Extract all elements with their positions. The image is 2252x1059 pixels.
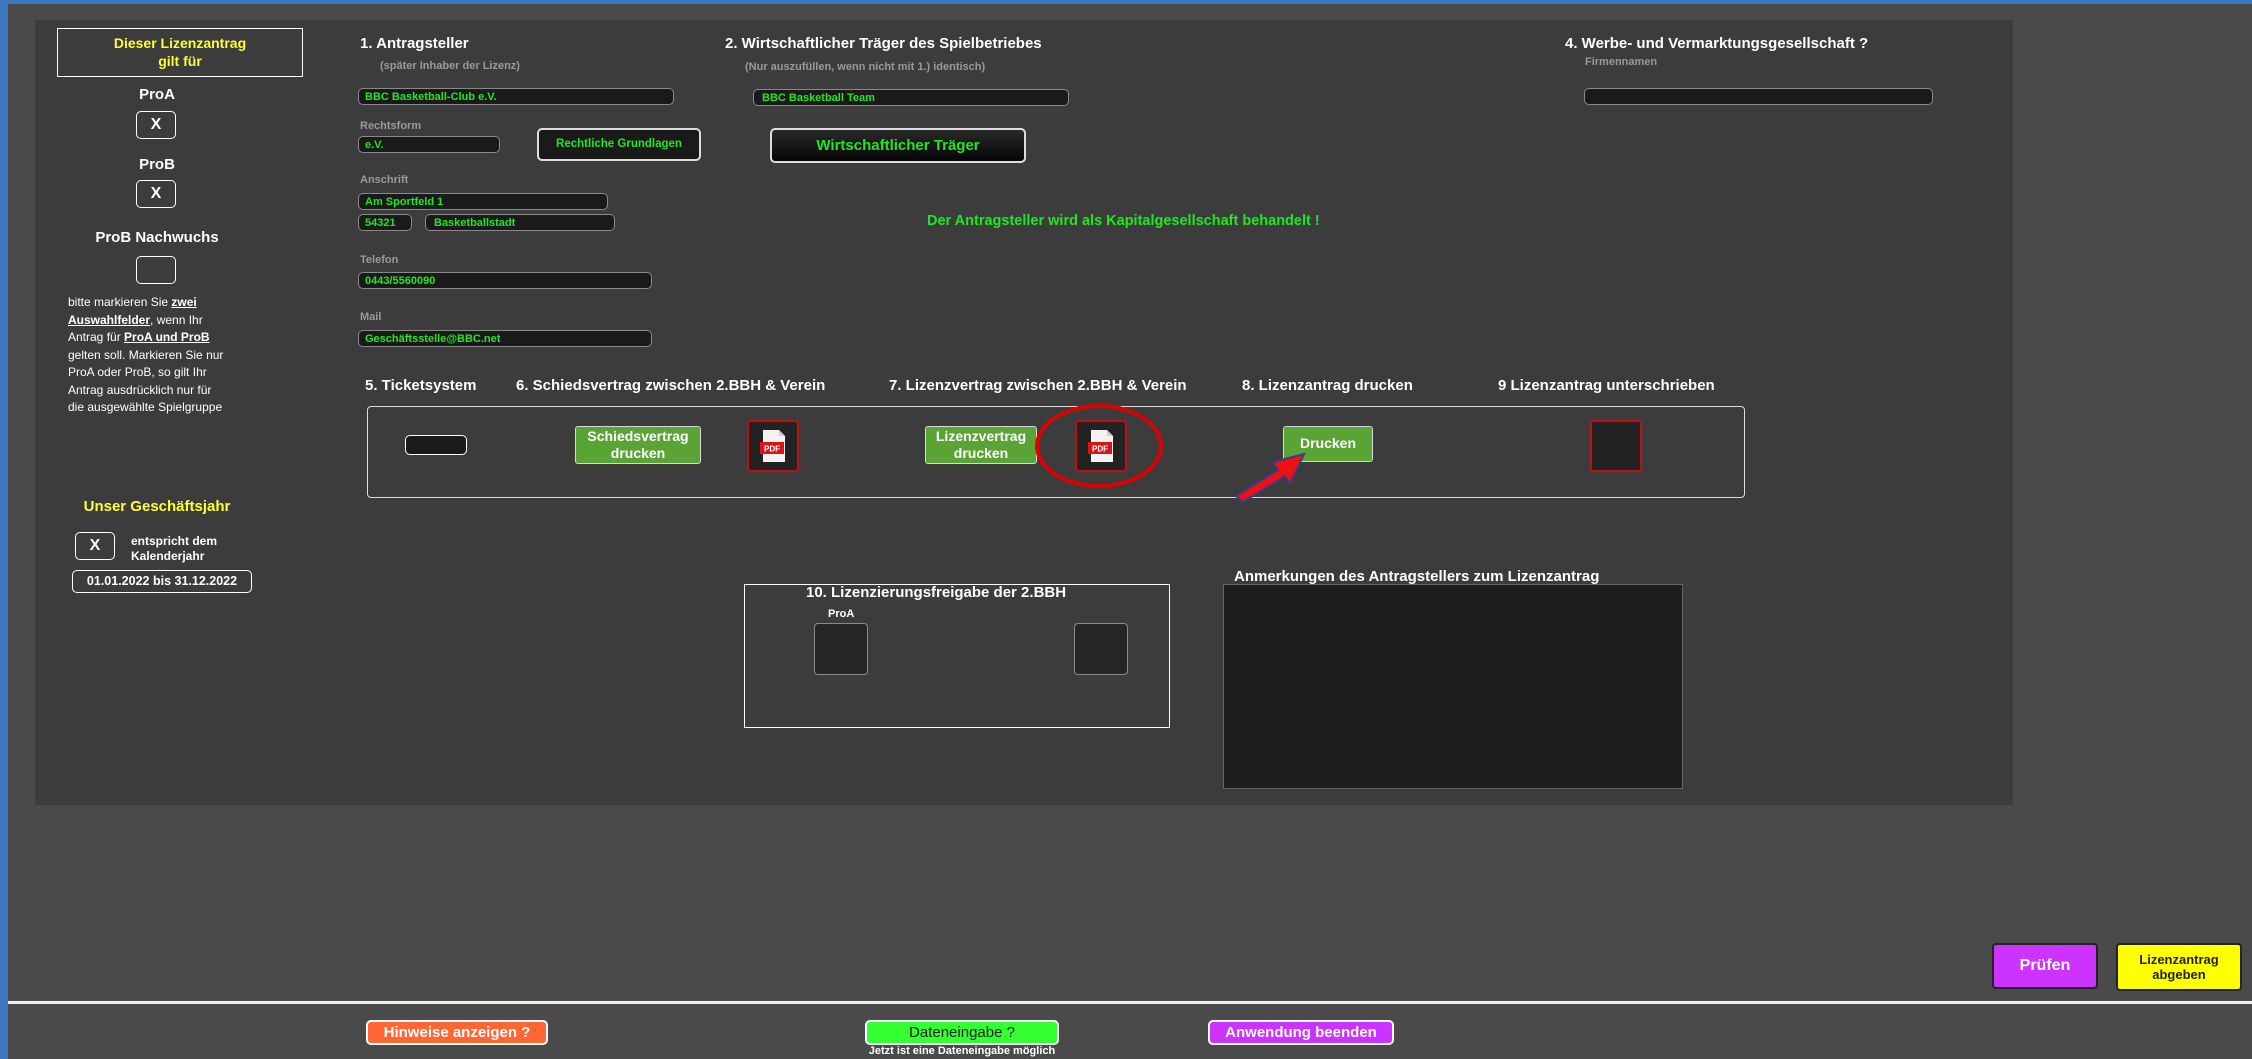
- fiscal-year-checkbox[interactable]: X: [75, 532, 115, 560]
- hint-l1b: zwei: [171, 295, 197, 309]
- signed-checkbox[interactable]: [1590, 420, 1642, 472]
- hint-l2b: , wenn Ihr: [150, 312, 203, 327]
- hint-l1a: bitte markieren Sie: [68, 295, 172, 309]
- remarks-title: Anmerkungen des Antragstellers zum Lizen…: [1234, 568, 1600, 585]
- prob-nachwuchs-checkbox[interactable]: [136, 256, 176, 284]
- show-hints-button[interactable]: Hinweise anzeigen ?: [366, 1020, 548, 1045]
- license-release-proa-label: ProA: [828, 608, 855, 620]
- fiscal-year-note: entspricht dem Kalenderjahr: [131, 534, 217, 564]
- submit-application-button[interactable]: Lizenzantrag abgeben: [2116, 943, 2242, 991]
- rechtsform-field[interactable]: e.V.: [358, 136, 500, 153]
- footer-divider: [8, 1001, 2252, 1004]
- fiscal-year-period: 01.01.2022 bis 31.12.2022: [72, 570, 252, 593]
- city-field[interactable]: Basketballstadt: [425, 214, 615, 231]
- license-scope-box: Dieser Lizenzantrag gilt für: [57, 28, 303, 77]
- schiedsvertrag-print-line1: Schiedsvertrag: [587, 428, 689, 444]
- prob-nachwuchs-label: ProB Nachwuchs: [95, 229, 219, 246]
- license-scope-line1: Dieser Lizenzantrag: [113, 35, 247, 51]
- applicant-name-field[interactable]: BBC Basketball-Club e.V.: [358, 88, 674, 105]
- submit-application-line2: abgeben: [2152, 967, 2206, 982]
- step5-title: 5. Ticketsystem: [365, 377, 477, 394]
- hint-l4: gelten soll. Markieren Sie nur: [68, 347, 224, 362]
- step8-title: 8. Lizenzantrag drucken: [1242, 377, 1413, 394]
- red-arrow-annotation: [1234, 452, 1306, 504]
- marketing-company-field[interactable]: [1584, 88, 1933, 105]
- pdf-icon: PDF: [760, 430, 785, 462]
- step9-title: 9 Lizenzantrag unterschrieben: [1498, 377, 1715, 394]
- lizenzvertrag-print-line2: drucken: [953, 445, 1009, 461]
- prob-checkbox[interactable]: X: [136, 180, 176, 208]
- hint-l3a: Antrag für: [68, 330, 125, 344]
- address-label: Anschrift: [360, 174, 409, 186]
- lizenzvertrag-print-line1: Lizenzvertrag: [935, 428, 1027, 444]
- fiscal-year-note-line2: Kalenderjahr: [131, 549, 205, 563]
- fiscal-year-title: Unser Geschäftsjahr: [83, 498, 231, 515]
- highlight-circle: [1035, 404, 1163, 488]
- operator-button[interactable]: Wirtschaftlicher Träger: [770, 128, 1026, 163]
- mail-field[interactable]: Geschäftsstelle@BBC.net: [358, 330, 652, 347]
- check-button[interactable]: Prüfen: [1992, 943, 2098, 989]
- data-entry-button[interactable]: Dateneingabe ?: [865, 1020, 1059, 1045]
- marketing-title: 4. Werbe- und Vermarktungsgesellschaft ?: [1565, 35, 1869, 52]
- proa-label: ProA: [139, 86, 175, 103]
- rechtsform-label: Rechtsform: [360, 120, 422, 132]
- mail-label: Mail: [360, 311, 382, 323]
- applicant-title: 1. Antragsteller: [360, 35, 469, 52]
- data-entry-status: Jetzt ist eine Dateneingabe möglich: [868, 1045, 1056, 1057]
- schiedsvertrag-print-line2: drucken: [610, 445, 666, 461]
- exit-application-button[interactable]: Anwendung beenden: [1208, 1020, 1394, 1045]
- submit-application-line1: Lizenzantrag: [2139, 952, 2219, 967]
- release-prob-checkbox[interactable]: [1074, 623, 1128, 675]
- hint-l2a: Auswahlfelder: [68, 312, 151, 327]
- fiscal-year-note-line1: entspricht dem: [131, 534, 218, 548]
- ticketsystem-field[interactable]: [405, 435, 467, 455]
- step7-title: 7. Lizenzvertrag zwischen 2.BBH & Verein: [889, 377, 1187, 394]
- zip-field[interactable]: 54321: [358, 214, 412, 231]
- step6-title: 6. Schiedsvertrag zwischen 2.BBH & Verei…: [516, 377, 826, 394]
- operator-subtitle: (Nur auszufüllen, wenn nicht mit 1.) ide…: [745, 61, 986, 73]
- phone-label: Telefon: [360, 254, 399, 266]
- street-field[interactable]: Am Sportfeld 1: [358, 193, 608, 210]
- proa-checkbox[interactable]: X: [136, 111, 176, 139]
- schiedsvertrag-pdf-button[interactable]: PDF: [747, 420, 799, 472]
- hint-l3b: ProA und ProB: [124, 330, 210, 344]
- capital-company-notice: Der Antragsteller wird als Kapitalgesell…: [927, 213, 1320, 229]
- phone-field[interactable]: 0443/5560090: [358, 272, 652, 289]
- prob-label: ProB: [139, 156, 175, 173]
- legal-basics-button[interactable]: Rechtliche Grundlagen: [537, 128, 701, 161]
- applicant-subtitle: (später Inhaber der Lizenz): [380, 60, 520, 72]
- operator-name-field[interactable]: BBC Basketball Team: [753, 89, 1069, 106]
- remarks-textarea[interactable]: [1223, 584, 1683, 789]
- marketing-subtitle: Firmennamen: [1585, 56, 1658, 68]
- window-left-border: [0, 0, 8, 1059]
- license-release-title: 10. Lizenzierungsfreigabe der 2.BBH: [806, 584, 1067, 601]
- release-proa-checkbox[interactable]: [814, 623, 868, 675]
- pdf-icon-label: PDF: [764, 445, 780, 454]
- window-top-border: [0, 0, 2252, 4]
- schiedsvertrag-print-button[interactable]: Schiedsvertrag drucken: [575, 426, 701, 464]
- hint-l6: Antrag ausdrücklich nur für: [68, 382, 212, 397]
- operator-title: 2. Wirtschaftlicher Träger des Spielbetr…: [725, 35, 1042, 52]
- lizenzvertrag-print-button[interactable]: Lizenzvertrag drucken: [925, 426, 1037, 464]
- selection-hint-text: bitte markieren Sie zwei Auswahlfelder, …: [68, 294, 278, 417]
- license-scope-line2: gilt für: [158, 53, 202, 69]
- hint-l5: ProA oder ProB, so gilt Ihr: [68, 365, 207, 379]
- hint-l7: die ausgewählte Spielgruppe: [68, 400, 223, 414]
